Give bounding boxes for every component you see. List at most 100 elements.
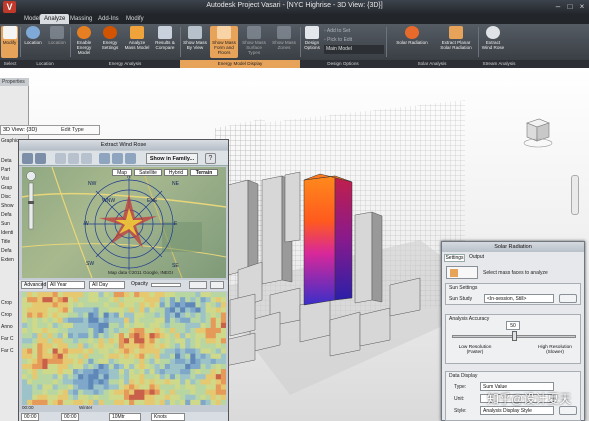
heat-cell xyxy=(164,389,171,396)
heat-cell xyxy=(113,338,120,344)
heat-cell xyxy=(32,374,38,380)
map-tab-hybrid[interactable]: Hybrid xyxy=(164,169,188,176)
heat-cell xyxy=(93,302,99,308)
extract-wind-rose-button[interactable]: Extract Wind Rose xyxy=(480,26,506,58)
energy-settings-button[interactable]: Energy Settings xyxy=(98,26,122,58)
analyze-mass-model-button[interactable]: Analyze Mass Model xyxy=(124,26,150,58)
heat-cell xyxy=(108,302,115,308)
heat-cell xyxy=(22,374,28,380)
advanced-button[interactable]: Advanced xyxy=(21,281,46,289)
height-select[interactable]: 10Mtr xyxy=(109,413,141,421)
heat-cell xyxy=(195,307,201,313)
heat-cell xyxy=(73,302,79,308)
add-to-set-button[interactable]: ▫ Add to Set xyxy=(324,27,384,36)
export-button[interactable] xyxy=(189,281,207,289)
tab-analyze[interactable]: Analyze xyxy=(40,14,70,24)
minimize-icon[interactable]: – xyxy=(553,2,563,11)
panel-energy-model-display[interactable]: Energy Model Display xyxy=(180,60,300,68)
heat-cell xyxy=(98,389,104,396)
help-icon[interactable]: ? xyxy=(205,153,216,164)
panel-solar-analysis[interactable]: Solar Analysis xyxy=(386,60,478,68)
map-tab-satellite[interactable]: Satellite xyxy=(134,169,162,176)
heat-cell xyxy=(118,338,125,344)
show-mass-zones-button[interactable]: Show Mass Zones xyxy=(270,26,298,58)
heat-cell xyxy=(139,307,145,313)
show-mass-surface-types-button[interactable]: Show Mass Surface Types xyxy=(240,26,268,58)
panel-select[interactable]: Select xyxy=(0,60,20,68)
modify-button[interactable]: Modify xyxy=(1,26,18,58)
navigation-bar[interactable] xyxy=(571,175,579,215)
heat-cell xyxy=(93,389,99,396)
grid-icon[interactable] xyxy=(112,153,123,164)
heat-cell xyxy=(67,369,74,375)
wind-rose-window[interactable]: Extract Wind Rose Show in Family... ? N … xyxy=(18,139,229,421)
panel-energy-analysis[interactable]: Energy Analysis xyxy=(70,60,180,68)
heat-cell xyxy=(52,369,58,375)
close-icon[interactable]: × xyxy=(577,2,587,11)
edit-type-button[interactable]: Edit Type xyxy=(61,126,84,135)
wind-icon[interactable] xyxy=(35,153,46,164)
ribbon-divider xyxy=(386,27,387,57)
heat-cell xyxy=(185,327,191,334)
show-mass-by-view-button[interactable]: Show Mass By View xyxy=(182,26,208,58)
pick-to-edit-button[interactable]: ▫ Pick to Edit xyxy=(324,36,384,45)
wind-rose-map[interactable]: NNENW WE SESW WNW ENE xyxy=(22,167,226,278)
day-select[interactable]: All Day xyxy=(89,281,125,289)
location-button[interactable]: Location xyxy=(22,26,44,58)
solar-radiation-button[interactable]: Solar Radiation xyxy=(392,26,432,58)
unit-select[interactable]: Knots xyxy=(151,413,185,421)
sun-settings-button[interactable] xyxy=(559,294,577,303)
accuracy-value[interactable]: 50 xyxy=(506,321,520,330)
globe-icon[interactable] xyxy=(22,153,33,164)
year-select[interactable]: All Year xyxy=(47,281,85,289)
panel-location[interactable]: Location xyxy=(20,60,70,68)
heat-cell xyxy=(73,317,79,324)
heat-cell xyxy=(164,307,171,313)
heat-cell xyxy=(180,353,186,360)
show-in-family-button[interactable]: Show in Family... xyxy=(146,153,198,164)
heat-cell xyxy=(93,353,99,360)
design-options-button[interactable]: Design Options xyxy=(302,26,322,58)
zoom-icon[interactable] xyxy=(81,153,92,164)
accuracy-slider-thumb[interactable] xyxy=(512,331,517,341)
heat-cell xyxy=(164,363,171,370)
select-faces-button[interactable] xyxy=(446,266,478,279)
style-edit-button[interactable] xyxy=(559,406,577,415)
panel-stream-analysis[interactable]: Stream Analysis xyxy=(478,60,520,68)
maximize-icon[interactable]: □ xyxy=(565,2,575,11)
chart-icon[interactable] xyxy=(99,153,110,164)
heat-cell xyxy=(67,348,74,354)
tab-output[interactable]: Output xyxy=(466,254,487,262)
tab-settings[interactable]: Settings xyxy=(444,254,465,262)
heat-cell xyxy=(57,307,64,313)
map-tab-terrain[interactable]: Terrain xyxy=(190,169,218,176)
opacity-slider[interactable] xyxy=(151,283,181,287)
heat-cell xyxy=(175,297,181,303)
panel-design-options[interactable]: Design Options xyxy=(300,60,386,68)
main-model-select[interactable]: Main Model xyxy=(324,45,384,54)
table-icon[interactable] xyxy=(125,153,136,164)
tab-add-ins[interactable]: Add-Ins xyxy=(94,14,123,24)
pan-icon[interactable] xyxy=(68,153,79,164)
enable-energy-model-button[interactable]: Enable Energy Model xyxy=(72,26,96,58)
google-map[interactable]: N NE NW WE SE SW WNW ENE Map Satellite Hybri… xyxy=(22,167,226,278)
view-type-selector[interactable]: 3D View: {3D} Edit Type xyxy=(0,125,100,135)
viewcube[interactable] xyxy=(521,115,553,149)
start-time-input[interactable]: 00:00 xyxy=(21,413,39,421)
heat-cell xyxy=(220,317,226,324)
heat-cell xyxy=(144,353,150,360)
map-zoom-control[interactable] xyxy=(26,171,36,233)
end-time-input[interactable]: 00:00 xyxy=(61,413,79,421)
project-location-button[interactable]: Location xyxy=(46,26,68,58)
extract-planar-solar-button[interactable]: Extract Planar Solar Radiation xyxy=(436,26,476,58)
style-select[interactable]: Analysis Display Style xyxy=(480,406,554,415)
tab-massing[interactable]: Massing xyxy=(66,14,96,24)
sun-study-select[interactable]: <In-session, Still> xyxy=(484,294,554,303)
heat-cell xyxy=(124,379,130,385)
map-tab-map[interactable]: Map xyxy=(112,169,132,176)
show-mass-floors-button[interactable]: Show Mass Form and Floors xyxy=(210,26,238,58)
tab-modify[interactable]: Modify xyxy=(122,14,148,24)
results-compare-button[interactable]: Results & Compare xyxy=(152,26,178,58)
options-button[interactable] xyxy=(210,281,224,289)
select-icon[interactable] xyxy=(55,153,66,164)
